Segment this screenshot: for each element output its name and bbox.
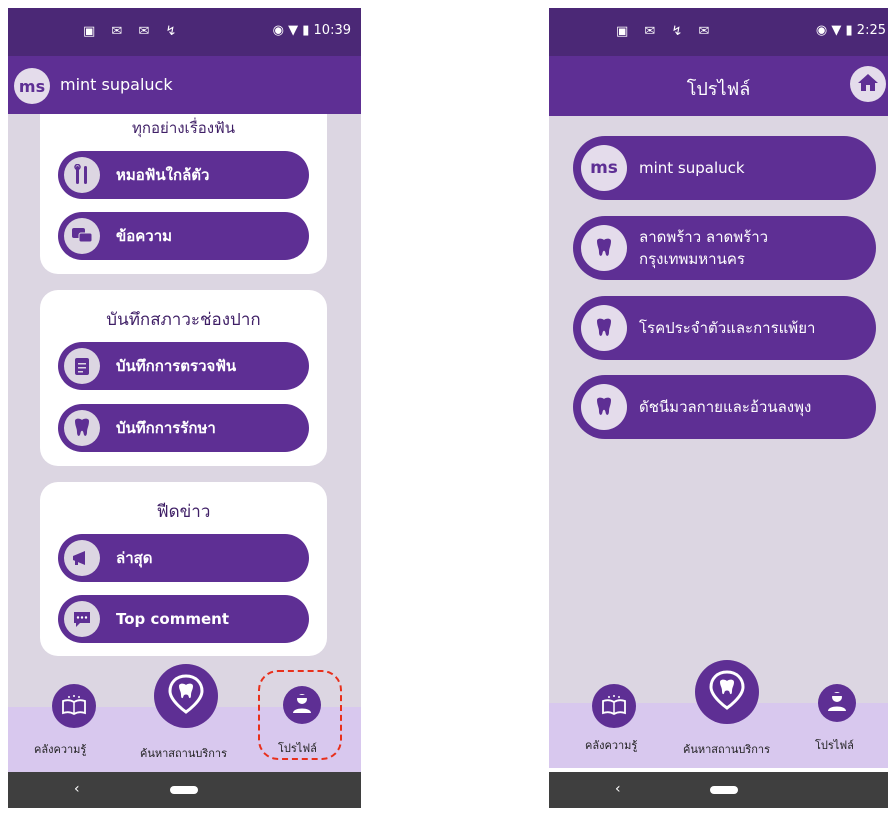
avatar-initials: ms [590,158,618,178]
megaphone-icon [64,540,100,576]
home-pill-icon[interactable] [710,786,738,794]
status-time: 10:39 [313,23,351,38]
avatar: ms [581,145,627,191]
book-icon [61,693,87,719]
status-time: 2:25 [856,23,886,38]
knowledge-nav-button[interactable] [592,684,636,728]
tooth-sparkle-icon [64,410,100,446]
status-right: ◉ ▼ ▮ 2:25 [816,23,886,38]
button-label: หมอฟันใกล้ตัว [116,166,210,184]
card-dental: ทุกอย่างเรื่องฟัน หมอฟันใกล้ตัว ข้อความ [40,114,327,274]
highlight-outline [258,670,342,760]
notification-icons: ▣ ✉ ✉ ↯ [83,24,183,39]
home-content: ทุกอย่างเรื่องฟัน หมอฟันใกล้ตัว ข้อความ … [8,114,361,720]
status-bar: ▣ ✉ ✉ ↯ ◉ ▼ ▮ 10:39 [8,8,361,56]
profile-nav-label: โปรไฟล์ [815,739,854,752]
nearby-dentist-button[interactable]: หมอฟันใกล้ตัว [58,151,309,199]
tooth-icon [581,384,627,430]
button-label: ล่าสุด [116,549,153,567]
button-label: บันทึกการตรวจฟัน [116,357,237,375]
system-nav-bar: ‹ [8,772,361,808]
treatment-record-button[interactable]: บันทึกการรักษา [58,404,309,452]
phone-screen-left: ▣ ✉ ✉ ↯ ◉ ▼ ▮ 10:39 ms mint supaluck ทุก… [8,8,361,808]
top-comment-button[interactable]: Top comment [58,595,309,643]
address-line-1: ลาดพร้าว ลาดพร้าว [639,228,769,246]
comment-icon [64,601,100,637]
tooth-location-icon [709,670,745,714]
person-icon [826,690,848,716]
system-nav-bar: ‹ [549,772,888,808]
dental-exam-record-button[interactable]: บันทึกการตรวจฟัน [58,342,309,390]
wifi-icon: ◉ ▼ ▮ [272,23,310,38]
back-icon[interactable]: ‹ [74,781,80,797]
profile-nav-button[interactable] [818,684,856,722]
home-pill-icon[interactable] [170,786,198,794]
profile-name: mint supaluck [639,159,745,177]
item-label: ดัชนีมวลกายและอ้วนลงพุง [639,398,812,416]
dental-tools-icon [64,157,100,193]
notepad-icon [64,348,100,384]
address-line-2: กรุงเทพมหานคร [639,250,745,268]
profile-content: ms mint supaluck ลาดพร้าว ลาดพร้าว กรุงเ… [549,116,888,720]
address-text: ลาดพร้าว ลาดพร้าว กรุงเทพมหานคร [639,226,768,270]
home-icon [857,72,879,96]
search-service-nav-button[interactable] [695,660,759,724]
search-service-nav-button[interactable] [154,664,218,728]
card-title: บันทึกสภาวะช่องปาก [106,310,261,330]
card-news-feed: ฟีดข่าว ล่าสุด Top comment [40,482,327,656]
knowledge-nav-label: คลังความรู้ [585,739,638,752]
home-button[interactable] [850,66,886,102]
tooth-location-icon [168,674,204,718]
status-bar: ▣ ✉ ↯ ✉ ◉ ▼ ▮ 2:25 [549,8,888,56]
book-icon [601,693,627,719]
button-label: ข้อความ [116,227,173,245]
avatar-initials: ms [18,76,46,96]
wifi-icon: ◉ ▼ ▮ [815,23,853,38]
disease-allergy-item[interactable]: โรคประจำตัวและการแพ้ยา [573,296,876,360]
status-right: ◉ ▼ ▮ 10:39 [273,23,351,38]
profile-address-item[interactable]: ลาดพร้าว ลาดพร้าว กรุงเทพมหานคร [573,216,876,280]
tooth-icon [581,305,627,351]
notification-icons: ▣ ✉ ↯ ✉ [616,24,716,39]
card-title: ฟีดข่าว [156,502,211,522]
card-oral-record: บันทึกสภาวะช่องปาก บันทึกการตรวจฟัน บันท… [40,290,327,466]
item-label: โรคประจำตัวและการแพ้ยา [639,319,816,337]
messages-button[interactable]: ข้อความ [58,212,309,260]
chat-icon [64,218,100,254]
search-service-nav-label: ค้นหาสถานบริการ [140,747,228,760]
knowledge-nav-label: คลังความรู้ [34,743,87,756]
search-service-nav-label: ค้นหาสถานบริการ [683,743,771,756]
user-name: mint supaluck [60,75,173,94]
tooth-icon [581,225,627,271]
app-header: โปรไฟล์ [549,56,888,116]
button-label: บันทึกการรักษา [116,419,216,437]
card-title: ทุกอย่างเรื่องฟัน [132,119,235,137]
knowledge-nav-button[interactable] [52,684,96,728]
latest-news-button[interactable]: ล่าสุด [58,534,309,582]
phone-screen-right: ▣ ✉ ↯ ✉ ◉ ▼ ▮ 2:25 โปรไฟล์ ms mint supal… [549,8,888,808]
page-title: โปรไฟล์ [686,79,751,100]
profile-name-item[interactable]: ms mint supaluck [573,136,876,200]
avatar[interactable]: ms [14,68,50,104]
app-header: ms mint supaluck [8,56,361,114]
bmi-item[interactable]: ดัชนีมวลกายและอ้วนลงพุง [573,375,876,439]
back-icon[interactable]: ‹ [615,781,621,797]
button-label: Top comment [116,610,229,628]
